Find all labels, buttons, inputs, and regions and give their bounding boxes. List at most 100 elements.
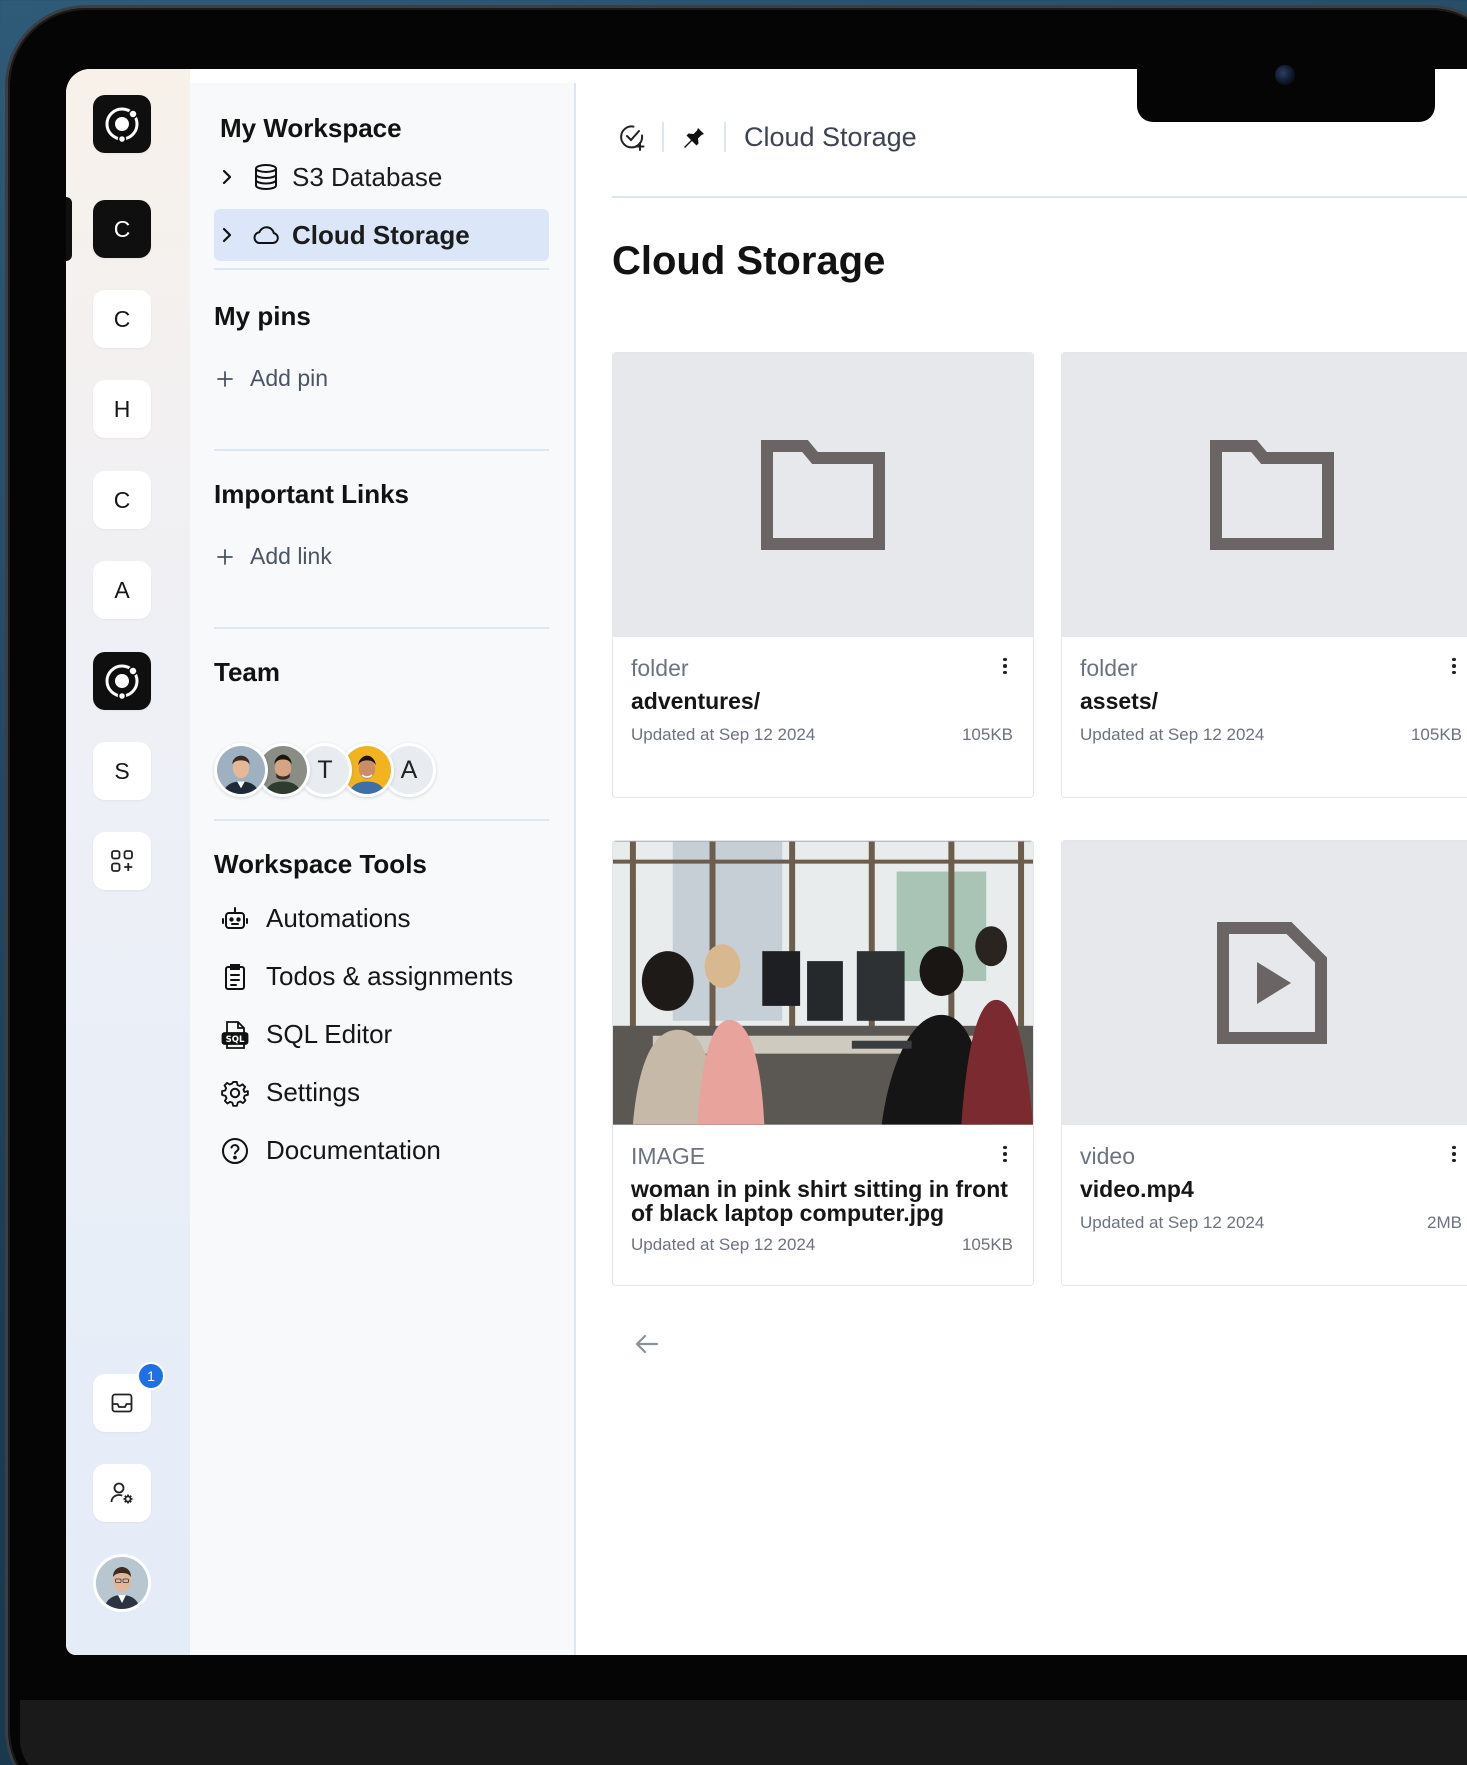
file-updated: Updated at Sep 12 2024 (1080, 725, 1265, 744)
rail-item-label: C (113, 305, 131, 332)
app-logo[interactable] (93, 95, 151, 153)
logo-icon (105, 107, 139, 144)
more-options-icon[interactable] (999, 1143, 1011, 1165)
user-settings-button[interactable] (93, 1464, 151, 1522)
add-link-button[interactable]: Add link (216, 543, 332, 570)
sidebar-divider (214, 449, 549, 451)
tool-sql-editor[interactable]: SQL SQL Editor (220, 1019, 392, 1050)
video-file-icon (1217, 922, 1327, 1044)
folder-icon (1210, 440, 1334, 550)
avatar-photo (96, 1557, 148, 1609)
rail-item-a[interactable]: A (93, 561, 151, 619)
tree-item-label: Cloud Storage (292, 219, 470, 250)
inbox-button[interactable]: 1 (93, 1362, 165, 1432)
rail-active-indicator (66, 197, 72, 261)
toolbar-separator (662, 122, 664, 152)
add-app-button[interactable] (93, 832, 151, 890)
robot-icon (220, 906, 250, 932)
image-thumbnail (613, 841, 1033, 1125)
logo-icon (105, 664, 139, 701)
device-chin (20, 1700, 1467, 1765)
device-notch (1137, 60, 1435, 122)
chevron-right-icon[interactable] (214, 168, 244, 186)
tree-item-label: S3 Database (292, 161, 443, 192)
team-member-avatar[interactable] (214, 743, 268, 797)
file-size: 105KB (961, 725, 1013, 744)
file-name: assets/ (1080, 688, 1159, 714)
check-add-icon[interactable] (612, 123, 652, 151)
team-heading: Team (214, 657, 280, 687)
camera-icon (1275, 65, 1295, 85)
folder-icon (761, 440, 885, 550)
add-pin-label: Add pin (250, 365, 329, 391)
clipboard-icon (220, 963, 250, 991)
header-divider (612, 196, 1467, 198)
file-type: folder (631, 655, 689, 681)
tool-label: Settings (266, 1077, 360, 1107)
gear-icon (220, 1079, 250, 1107)
help-circle-icon (220, 1137, 250, 1165)
app-rail: C C H C A S 1 (66, 69, 190, 1655)
rail-item-c-active[interactable]: C (93, 200, 151, 258)
workspace-sidebar: My Workspace S3 Database Cloud Storage M… (190, 83, 576, 1655)
back-arrow-icon[interactable] (632, 1329, 662, 1359)
rail-item-app[interactable] (93, 652, 151, 710)
file-name: adventures/ (631, 688, 761, 714)
file-updated: Updated at Sep 12 2024 (631, 725, 816, 744)
add-pin-button[interactable]: Add pin (216, 365, 328, 392)
rail-item-label: S (114, 757, 130, 784)
team-avatars: T A (214, 743, 436, 799)
file-card[interactable]: folder assets/ Updated at Sep 12 2024 10… (1061, 352, 1467, 798)
tree-item-cloud-storage[interactable]: Cloud Storage (214, 209, 549, 261)
apps-add-icon (111, 850, 133, 872)
page-title: Cloud Storage (612, 239, 886, 283)
workspace-heading: My Workspace (220, 113, 402, 143)
rail-item-c[interactable]: C (93, 471, 151, 529)
pins-heading: My pins (214, 301, 311, 331)
inbox-icon (111, 1393, 133, 1413)
cloud-icon (244, 224, 288, 246)
tool-settings[interactable]: Settings (220, 1077, 360, 1108)
notification-badge: 1 (137, 1362, 165, 1390)
top-bar: Cloud Storage (612, 113, 917, 161)
tool-todos[interactable]: Todos & assignments (220, 961, 513, 992)
user-gear-icon (110, 1482, 133, 1504)
plus-icon (217, 548, 233, 565)
tool-automations[interactable]: Automations (220, 903, 411, 934)
plus-icon (217, 370, 233, 387)
pin-icon[interactable] (674, 124, 714, 150)
current-user-avatar[interactable] (93, 1554, 151, 1612)
tool-label: Automations (266, 903, 411, 933)
rail-item-c[interactable]: C (93, 290, 151, 348)
tools-heading: Workspace Tools (214, 849, 427, 879)
tool-label: SQL Editor (266, 1019, 393, 1049)
svg-text:SQL: SQL (226, 1035, 245, 1045)
tool-documentation[interactable]: Documentation (220, 1135, 441, 1166)
more-options-icon[interactable] (1448, 1143, 1460, 1165)
more-options-icon[interactable] (1448, 655, 1460, 677)
file-card[interactable]: video video.mp4 Updated at Sep 12 2024 2… (1061, 840, 1467, 1286)
breadcrumb[interactable]: Cloud Storage (744, 122, 917, 153)
tree-item-s3-database[interactable]: S3 Database (214, 151, 549, 203)
file-name: video.mp4 (1080, 1176, 1194, 1202)
links-heading: Important Links (214, 479, 410, 509)
file-size: 105KB (961, 1235, 1013, 1254)
sidebar-divider (214, 268, 549, 270)
rail-item-s[interactable]: S (93, 742, 151, 800)
file-card[interactable]: IMAGE woman in pink shirt sitting in fro… (612, 840, 1034, 1286)
file-card[interactable]: folder adventures/ Updated at Sep 12 202… (612, 352, 1034, 798)
sidebar-divider (214, 627, 549, 629)
file-updated: Updated at Sep 12 2024 (1080, 1213, 1265, 1232)
tool-label: Todos & assignments (266, 961, 514, 991)
database-icon (244, 163, 288, 191)
rail-item-h[interactable]: H (93, 380, 151, 438)
file-updated: Updated at Sep 12 2024 (631, 1235, 816, 1254)
file-type: folder (1080, 655, 1138, 681)
file-size: 105KB (1410, 725, 1462, 744)
rail-item-label: H (113, 395, 131, 422)
file-thumbnail (613, 353, 1033, 637)
file-size: 2MB (1427, 1213, 1462, 1232)
chevron-right-icon[interactable] (214, 226, 244, 244)
more-options-icon[interactable] (999, 655, 1011, 677)
tool-label: Documentation (266, 1135, 441, 1165)
